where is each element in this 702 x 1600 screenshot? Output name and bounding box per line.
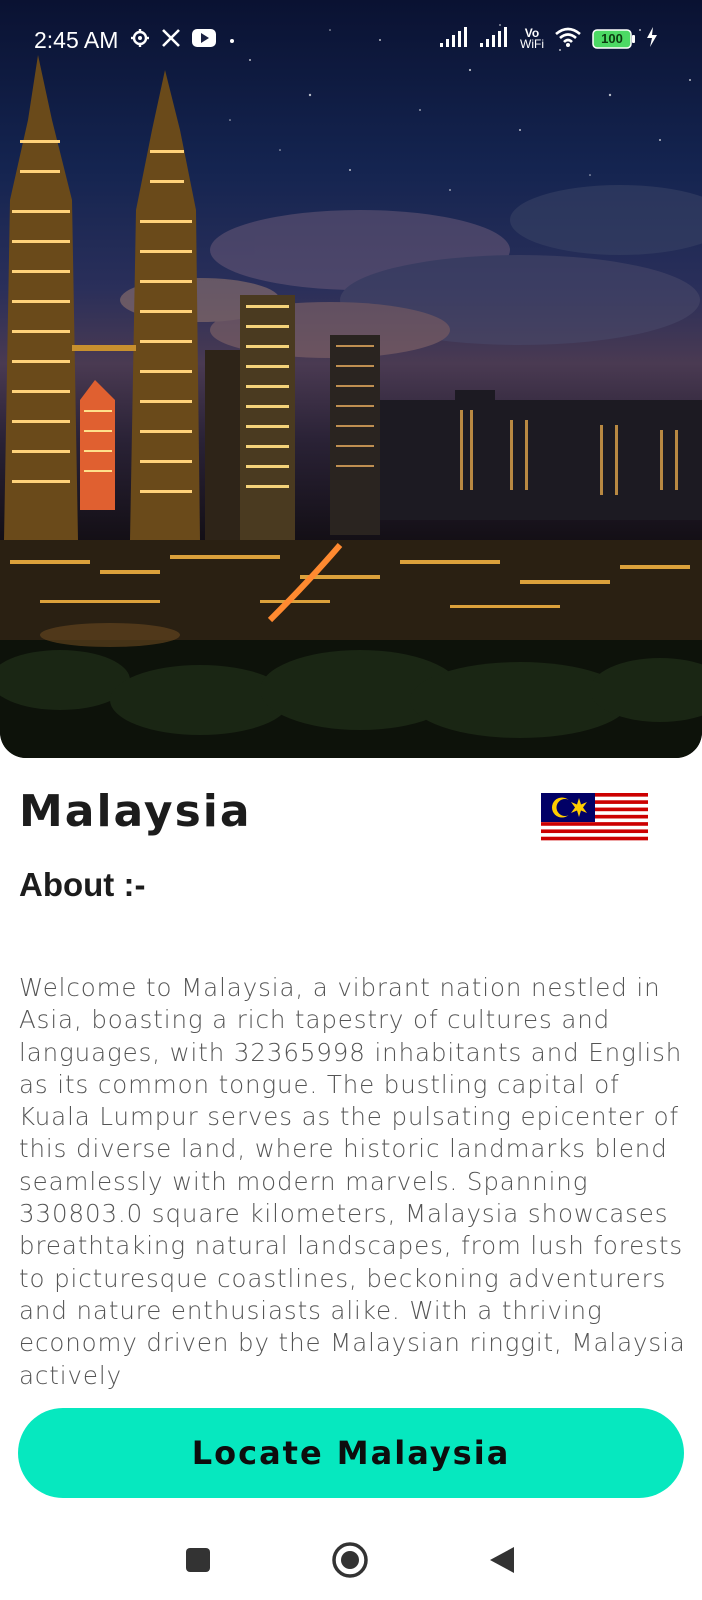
signal-icon — [480, 27, 510, 51]
about-heading: About :- — [19, 866, 146, 903]
back-button[interactable] — [480, 1540, 524, 1584]
charging-icon — [646, 27, 658, 51]
battery-icon: 100 — [592, 29, 636, 49]
status-bar: 2:45 AM Vo WiFi 100 — [0, 0, 702, 84]
country-name: Malaysia — [19, 786, 252, 837]
locate-button[interactable]: Locate Malaysia — [18, 1408, 684, 1498]
status-time: 2:45 AM — [34, 27, 119, 53]
navigation-bar — [0, 1520, 702, 1600]
country-description: Welcome to Malaysia, a vibrant nation ne… — [19, 973, 686, 1390]
home-icon — [331, 1541, 369, 1583]
settings-icon — [130, 28, 150, 52]
recents-button[interactable] — [176, 1540, 220, 1584]
vowifi-icon: Vo WiFi — [520, 26, 544, 51]
signal-icon — [440, 27, 470, 51]
youtube-icon — [192, 29, 216, 51]
x-logo-icon — [161, 28, 181, 52]
recents-icon — [184, 1546, 212, 1578]
home-button[interactable] — [328, 1540, 372, 1584]
wifi-icon — [554, 26, 582, 52]
dot-icon — [227, 31, 237, 50]
hero-image — [0, 0, 702, 758]
back-icon — [488, 1545, 516, 1579]
malaysia-flag-icon — [541, 793, 648, 844]
description-scroll[interactable]: Welcome to Malaysia, a vibrant nation ne… — [19, 972, 689, 1392]
skyline-illustration — [0, 24, 702, 758]
